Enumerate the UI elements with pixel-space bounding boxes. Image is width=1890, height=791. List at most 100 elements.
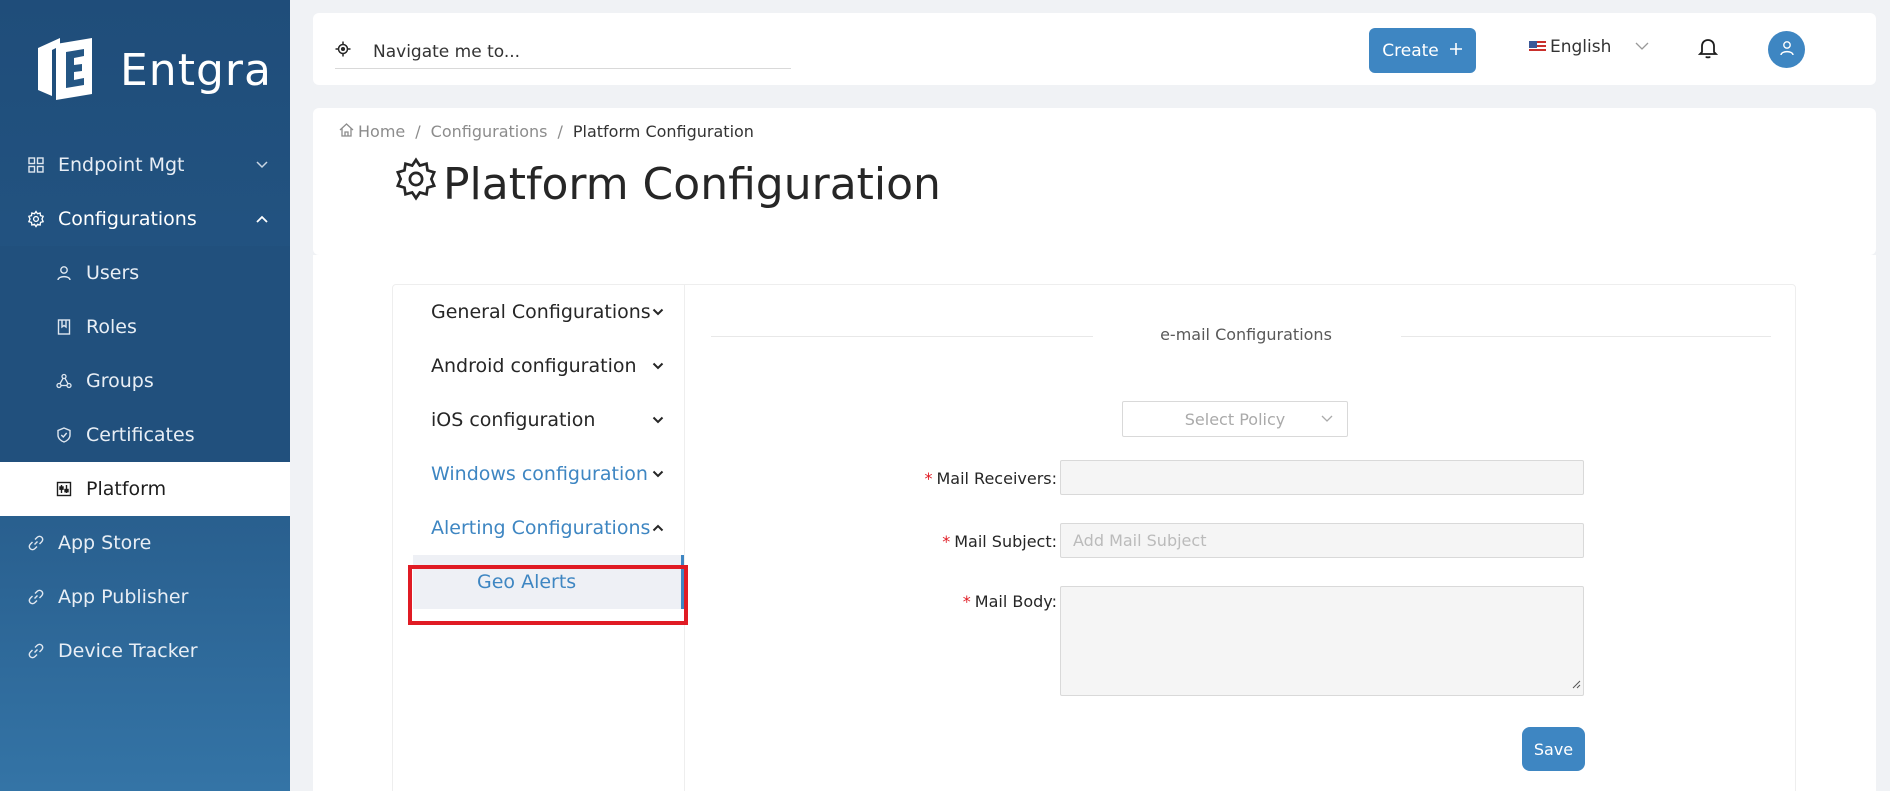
link-icon: [26, 641, 46, 661]
config-menu: General Configurations Android configura…: [393, 285, 688, 791]
breadcrumb-home-label: Home: [358, 122, 406, 141]
divider-line: [1401, 336, 1771, 337]
breadcrumb-home[interactable]: Home: [339, 122, 405, 141]
chevron-down-icon: [256, 158, 268, 173]
link-icon: [26, 533, 46, 553]
menu-item-android[interactable]: Android configuration: [393, 339, 684, 393]
save-button[interactable]: Save: [1522, 727, 1585, 771]
divider-line: [711, 336, 1093, 337]
sidebar-item-roles[interactable]: Roles: [0, 300, 290, 354]
breadcrumb-separator: /: [557, 122, 563, 141]
us-flag-icon: [1529, 41, 1546, 53]
app-logo[interactable]: Entgra: [30, 34, 272, 106]
highlight-annotation: [408, 565, 688, 625]
chevron-down-icon: [652, 413, 664, 427]
mail-body-label: * Mail Body:: [963, 592, 1057, 611]
sidebar-item-app-store[interactable]: App Store: [0, 516, 290, 570]
sidebar-item-device-tracker[interactable]: Device Tracker: [0, 624, 290, 678]
chevron-down-icon: [1321, 412, 1333, 427]
shield-icon: [54, 425, 74, 445]
app-name: Entgra: [120, 44, 272, 96]
sidebar-item-label: App Publisher: [58, 586, 189, 608]
menu-item-windows[interactable]: Windows configuration: [393, 447, 684, 501]
grid-icon: [26, 155, 46, 175]
mail-receivers-input[interactable]: [1060, 460, 1584, 495]
gear-icon: [26, 209, 46, 229]
sidebar-item-label: Device Tracker: [58, 640, 198, 662]
sidebar-nav: Endpoint Mgt Configurations Users Roles …: [0, 138, 290, 678]
required-mark: *: [942, 532, 951, 551]
mail-body-textarea[interactable]: [1060, 586, 1584, 696]
mail-subject-label: * Mail Subject:: [942, 532, 1057, 551]
mail-receivers-label: * Mail Receivers:: [924, 469, 1057, 488]
breadcrumb-configurations[interactable]: Configurations: [431, 122, 548, 141]
sidebar-item-label: Groups: [86, 370, 154, 392]
label-text: Mail Subject: [954, 532, 1052, 551]
resize-handle-icon[interactable]: [1571, 674, 1581, 693]
sidebar-item-groups[interactable]: Groups: [0, 354, 290, 408]
breadcrumb: Home / Configurations / Platform Configu…: [339, 122, 754, 141]
select-policy-label: Select Policy: [1184, 409, 1286, 429]
create-button-label: Create: [1382, 40, 1439, 61]
label-colon: :: [1051, 532, 1057, 551]
configurations-submenu: Users Roles Groups Certificates Platform: [0, 246, 290, 516]
plus-icon: [1449, 41, 1463, 61]
menu-item-label: Windows configuration: [431, 463, 648, 485]
sidebar: Entgra Endpoint Mgt Configurations Users…: [0, 0, 290, 791]
search-placeholder: Navigate me to...: [373, 41, 521, 62]
nodes-icon: [54, 371, 74, 391]
main-content: General Configurations Android configura…: [313, 255, 1876, 791]
menu-item-general[interactable]: General Configurations: [393, 285, 684, 339]
required-mark: *: [924, 469, 933, 488]
sidebar-item-label: Certificates: [86, 424, 195, 446]
chevron-down-icon: [652, 467, 664, 481]
notifications-bell-icon[interactable]: [1697, 37, 1719, 63]
sliders-icon: [54, 479, 74, 499]
link-icon: [26, 587, 46, 607]
book-icon: [54, 317, 74, 337]
chevron-down-icon: [652, 305, 664, 319]
chevron-up-icon: [256, 212, 268, 227]
sidebar-item-app-publisher[interactable]: App Publisher: [0, 570, 290, 624]
label-text: Mail Receivers: [936, 469, 1052, 488]
sidebar-item-platform[interactable]: Platform: [0, 462, 290, 516]
required-mark: *: [962, 592, 971, 611]
sidebar-item-configurations[interactable]: Configurations: [0, 192, 290, 246]
navigate-search[interactable]: Navigate me to...: [335, 35, 791, 69]
menu-item-label: Alerting Configurations: [431, 517, 651, 539]
mail-subject-input[interactable]: Add Mail Subject: [1060, 523, 1584, 558]
page-header: Home / Configurations / Platform Configu…: [313, 108, 1876, 255]
menu-item-alerting[interactable]: Alerting Configurations: [393, 501, 684, 555]
sidebar-item-endpoint-mgt[interactable]: Endpoint Mgt: [0, 138, 290, 192]
page-title: Platform Configuration: [393, 156, 941, 213]
sidebar-item-label: Roles: [86, 316, 137, 338]
sidebar-item-label: Configurations: [58, 208, 197, 230]
user-icon: [1779, 40, 1795, 60]
config-card: General Configurations Android configura…: [392, 284, 1796, 791]
language-selector[interactable]: English: [1529, 37, 1649, 57]
chevron-down-icon: [652, 359, 664, 373]
sidebar-item-label: Platform: [86, 478, 167, 500]
breadcrumb-separator: /: [415, 122, 421, 141]
section-title: e-mail Configurations: [1160, 325, 1332, 344]
user-avatar[interactable]: [1768, 31, 1805, 68]
sidebar-item-users[interactable]: Users: [0, 246, 290, 300]
mail-subject-placeholder: Add Mail Subject: [1073, 531, 1207, 550]
chevron-down-icon: [1635, 39, 1649, 55]
create-button[interactable]: Create: [1369, 28, 1476, 73]
entgra-logo-icon: [38, 38, 92, 100]
user-icon: [54, 263, 74, 283]
menu-item-ios[interactable]: iOS configuration: [393, 393, 684, 447]
menu-item-label: General Configurations: [431, 301, 651, 323]
sidebar-item-label: Endpoint Mgt: [58, 154, 185, 176]
select-policy-dropdown[interactable]: Select Policy: [1122, 401, 1348, 437]
crosshair-icon: [335, 41, 353, 62]
sidebar-item-certificates[interactable]: Certificates: [0, 408, 290, 462]
section-divider: e-mail Configurations: [711, 321, 1771, 351]
chevron-up-icon: [652, 521, 664, 535]
sidebar-item-label: App Store: [58, 532, 152, 554]
breadcrumb-current: Platform Configuration: [572, 122, 754, 141]
label-text: Mail Body: [974, 592, 1052, 611]
home-icon: [339, 122, 354, 141]
menu-item-label: Android configuration: [431, 355, 637, 377]
